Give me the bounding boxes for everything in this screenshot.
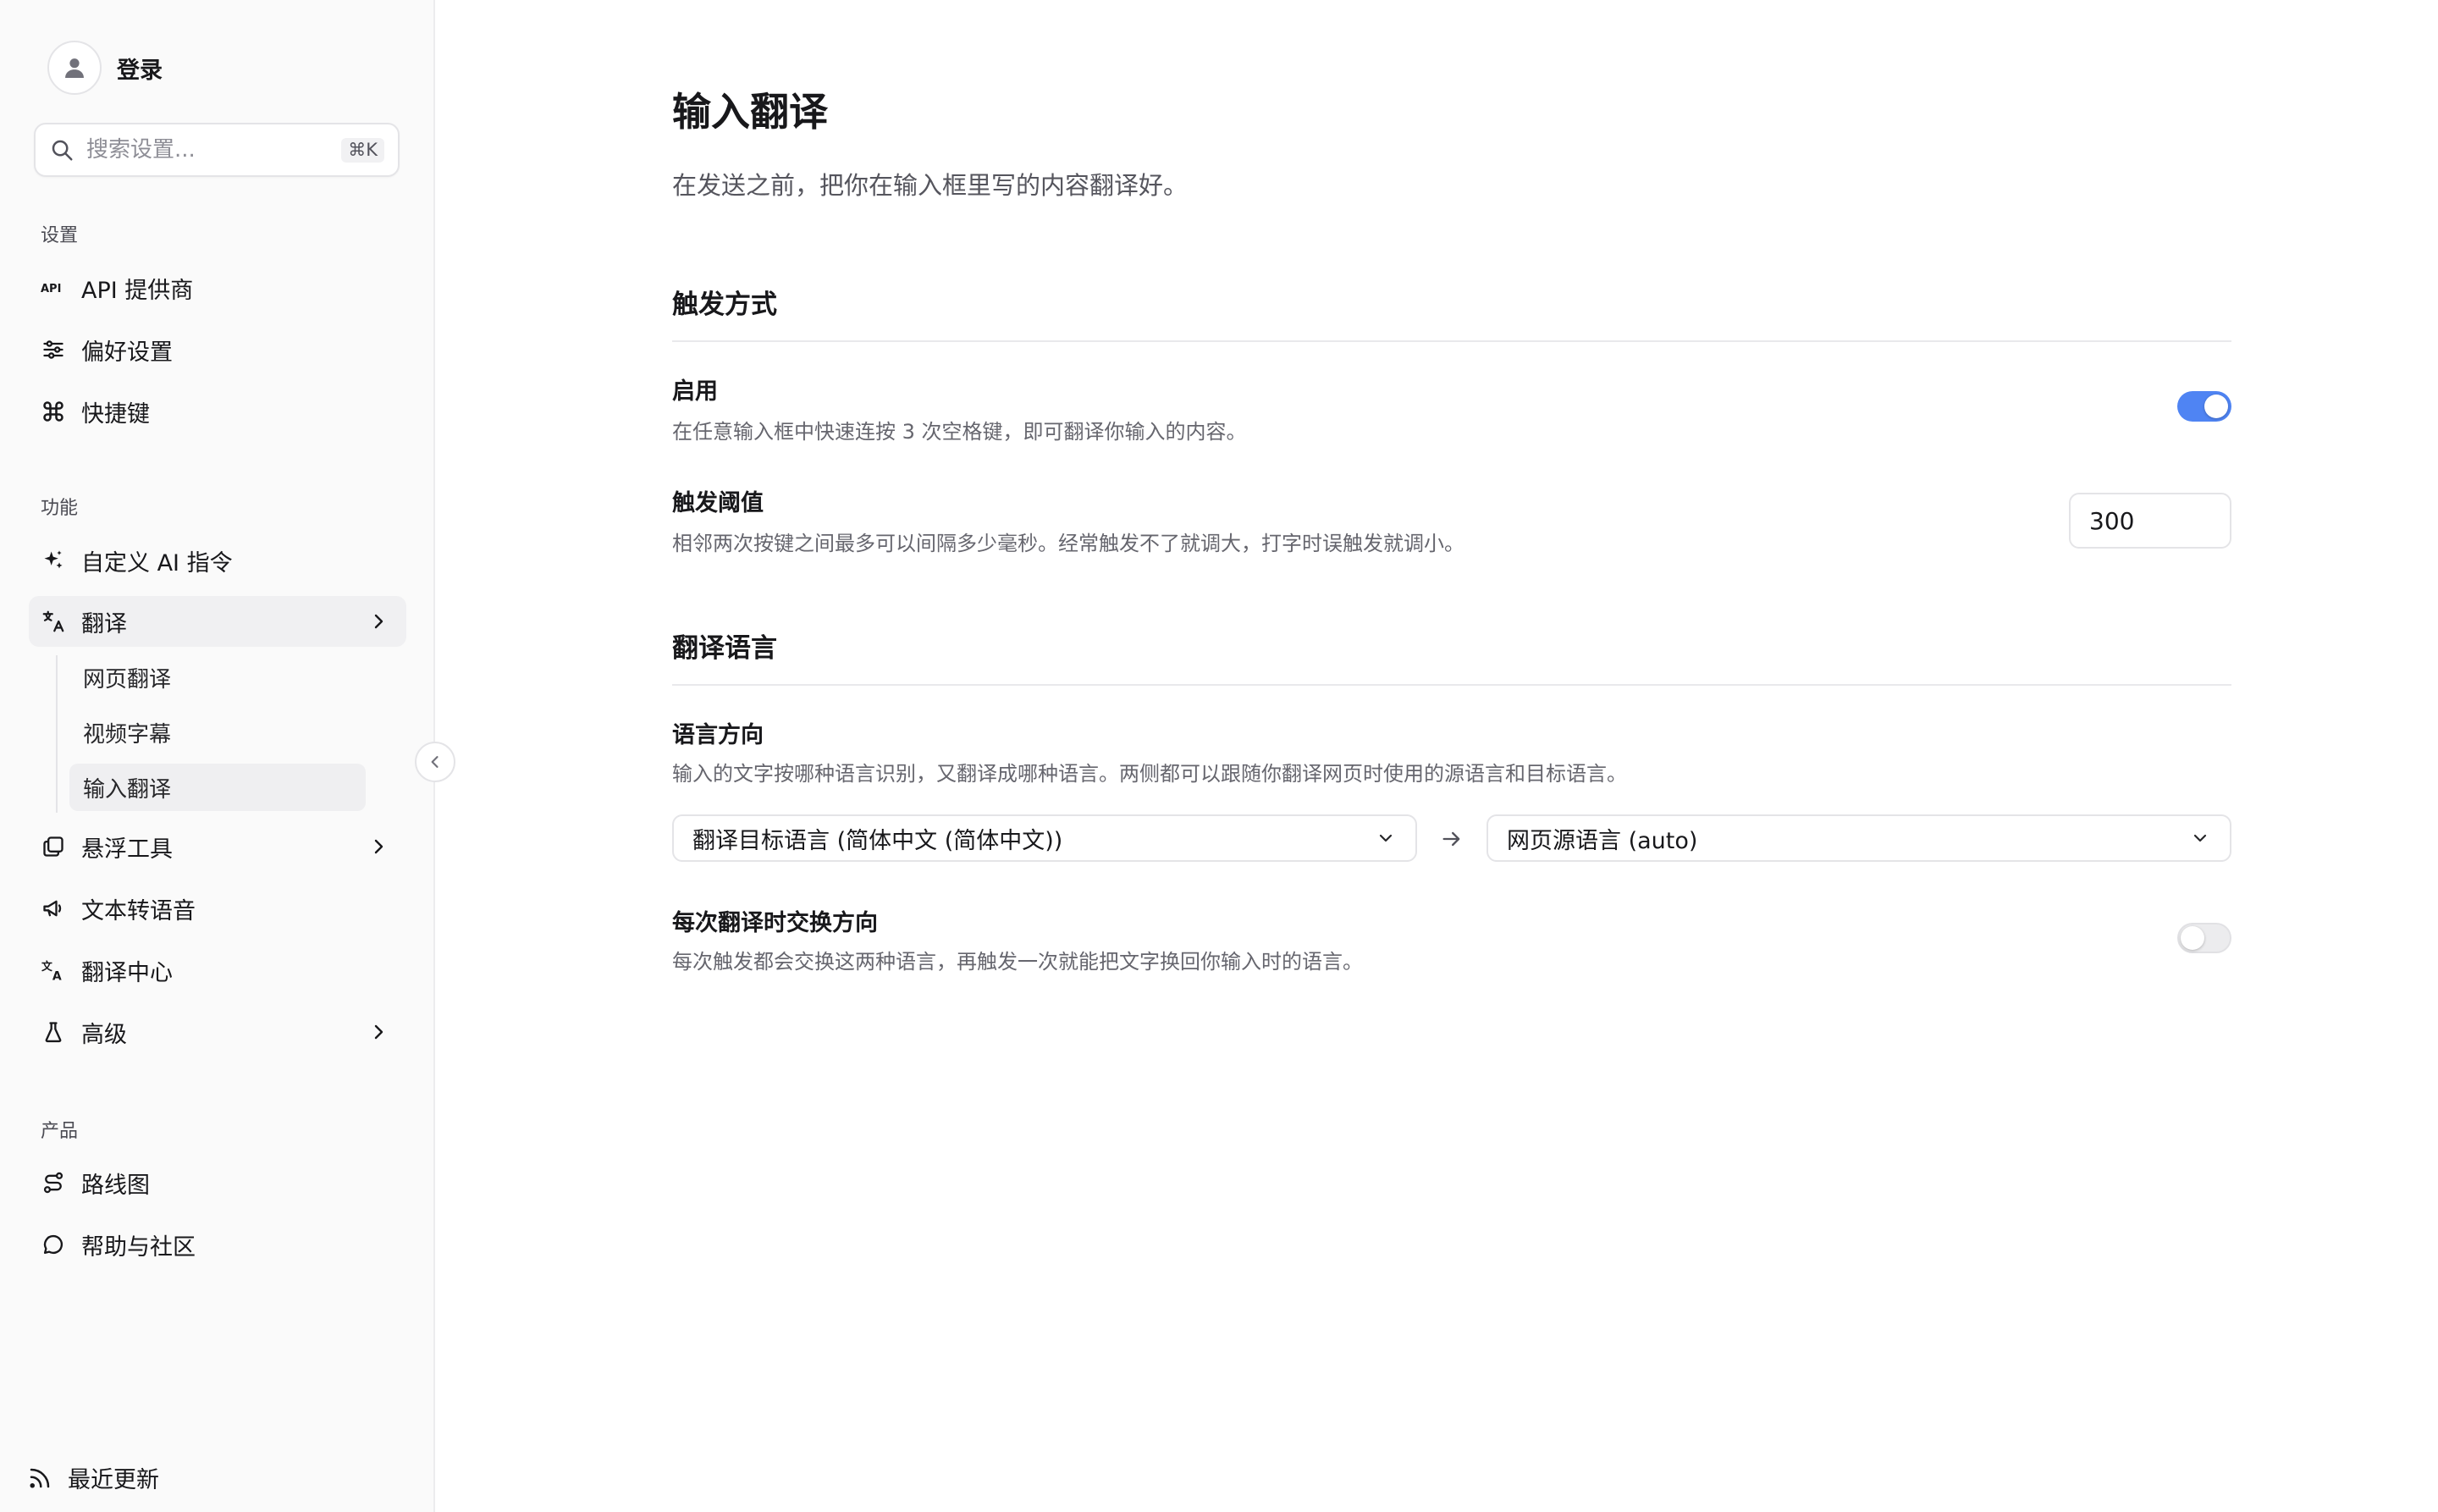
sidebar-item-label: API 提供商 [81,277,194,304]
direction-description: 输入的文字按哪种语言识别，又翻译成哪种语言。两侧都可以跟随你翻译网页时使用的源语… [672,762,1627,786]
section-title-languages: 翻译语言 [672,633,777,664]
sidebar-item-label: 悬浮工具 [81,836,173,863]
sidebar-item-label: 快捷键 [81,400,150,428]
target-language-select[interactable]: 网页源语言 (auto) [1487,814,2231,862]
sidebar-item-custom-ai[interactable]: 自定义 AI 指令 [29,535,406,586]
avatar [47,41,102,95]
sidebar-item-label: 翻译中心 [81,959,173,986]
layers-icon [41,834,66,859]
swap-title: 每次翻译时交换方向 [672,910,878,936]
chevron-right-icon [366,834,391,859]
section-label-product: 产品 [41,1121,79,1142]
login-label: 登录 [117,57,163,84]
sidebar-item-label: 翻译 [81,610,127,637]
chevron-down-icon [2189,827,2211,849]
target-language-value: 网页源语言 (auto) [1507,827,1698,854]
chevron-down-icon [1375,827,1397,849]
sparkles-icon [41,548,66,573]
section-title-trigger: 触发方式 [672,290,777,320]
sidebar-item-advanced[interactable]: 高级 [29,1007,406,1057]
page-description: 在发送之前，把你在输入框里写的内容翻译好。 [672,171,1189,200]
section-label-settings: 设置 [41,225,79,246]
enable-title: 启用 [672,378,718,405]
command-icon [41,399,66,424]
swap-description: 每次触发都会交换这两种语言，再触发一次就能把文字换回你输入时的语言。 [672,950,1363,974]
sidebar-subitem-web-translate[interactable]: 网页翻译 [69,654,366,701]
sidebar-item-label: 文本转语音 [81,897,196,924]
sidebar-subitem-input-translate[interactable]: 输入翻译 [69,764,366,811]
languages-icon: 文 A [41,957,66,983]
sidebar-item-label: 路线图 [81,1172,150,1199]
search-input[interactable] [86,137,342,163]
arrow-right-icon [1439,826,1464,852]
sidebar-item-label: 帮助与社区 [81,1233,196,1261]
sidebar-item-translate[interactable]: 翻译 [29,596,406,647]
sidebar: 登录 ⌘K 设置 API API 提供商 偏好设置 快捷键 [0,0,435,1512]
sidebar-item-label: 偏好设置 [81,339,173,366]
route-icon [41,1170,66,1195]
page-title: 输入翻译 [672,89,828,135]
sidebar-item-shortcuts[interactable]: 快捷键 [29,386,406,437]
recent-updates-label: 最近更新 [68,1467,159,1493]
login-button[interactable]: 登录 [47,41,163,95]
swap-toggle[interactable] [2177,923,2231,953]
chevron-right-icon [366,609,391,634]
toggle-knob [2181,926,2204,950]
enable-toggle[interactable] [2177,391,2231,422]
sidebar-item-translation-hub[interactable]: 文 A 翻译中心 [29,945,406,996]
threshold-description: 相邻两次按键之间最多可以间隔多少毫秒。经常触发不了就调大，打字时误触发就调小。 [672,532,1464,555]
search-box[interactable]: ⌘K [34,123,400,177]
svg-text:A: A [52,970,62,982]
chevron-right-icon [366,1019,391,1045]
sliders-icon [41,337,66,362]
threshold-input[interactable] [2069,493,2231,549]
source-language-select[interactable]: 翻译目标语言 (简体中文 (简体中文)) [672,814,1417,862]
user-icon [65,58,84,78]
translate-icon [41,609,66,634]
sidebar-item-roadmap[interactable]: 路线图 [29,1157,406,1208]
section-divider [672,340,2231,342]
section-label-features: 功能 [41,498,79,519]
megaphone-icon [41,896,66,921]
sidebar-item-text-to-speech[interactable]: 文本转语音 [29,883,406,934]
sidebar-item-floating-tools[interactable]: 悬浮工具 [29,821,406,872]
svg-text:文: 文 [41,960,52,974]
collapse-sidebar-button[interactable] [415,742,455,782]
section-divider [672,684,2231,686]
message-icon [41,1232,66,1257]
enable-description: 在任意输入框中快速连按 3 次空格键，即可翻译你输入的内容。 [672,420,1247,444]
submenu-guide-line [56,655,58,813]
sidebar-item-label: 自定义 AI 指令 [81,549,233,577]
chevron-left-icon [431,756,439,768]
svg-text:API: API [41,283,61,295]
api-icon: API [41,275,66,301]
sidebar-item-preferences[interactable]: 偏好设置 [29,324,406,375]
search-shortcut-badge: ⌘K [341,137,384,163]
sidebar-item-api-providers[interactable]: API API 提供商 [29,262,406,313]
sidebar-item-label: 高级 [81,1021,127,1048]
threshold-title: 触发阈值 [672,490,764,516]
recent-updates-link[interactable]: 最近更新 [27,1461,159,1494]
rss-icon [30,1468,50,1487]
toggle-knob [2204,395,2228,418]
source-language-value: 翻译目标语言 (简体中文 (简体中文)) [692,827,1063,854]
search-icon [52,140,73,161]
flask-icon [41,1019,66,1045]
direction-title: 语言方向 [672,722,764,748]
sidebar-item-help-community[interactable]: 帮助与社区 [29,1219,406,1270]
sidebar-subitem-video-subtitles[interactable]: 视频字幕 [69,709,366,756]
